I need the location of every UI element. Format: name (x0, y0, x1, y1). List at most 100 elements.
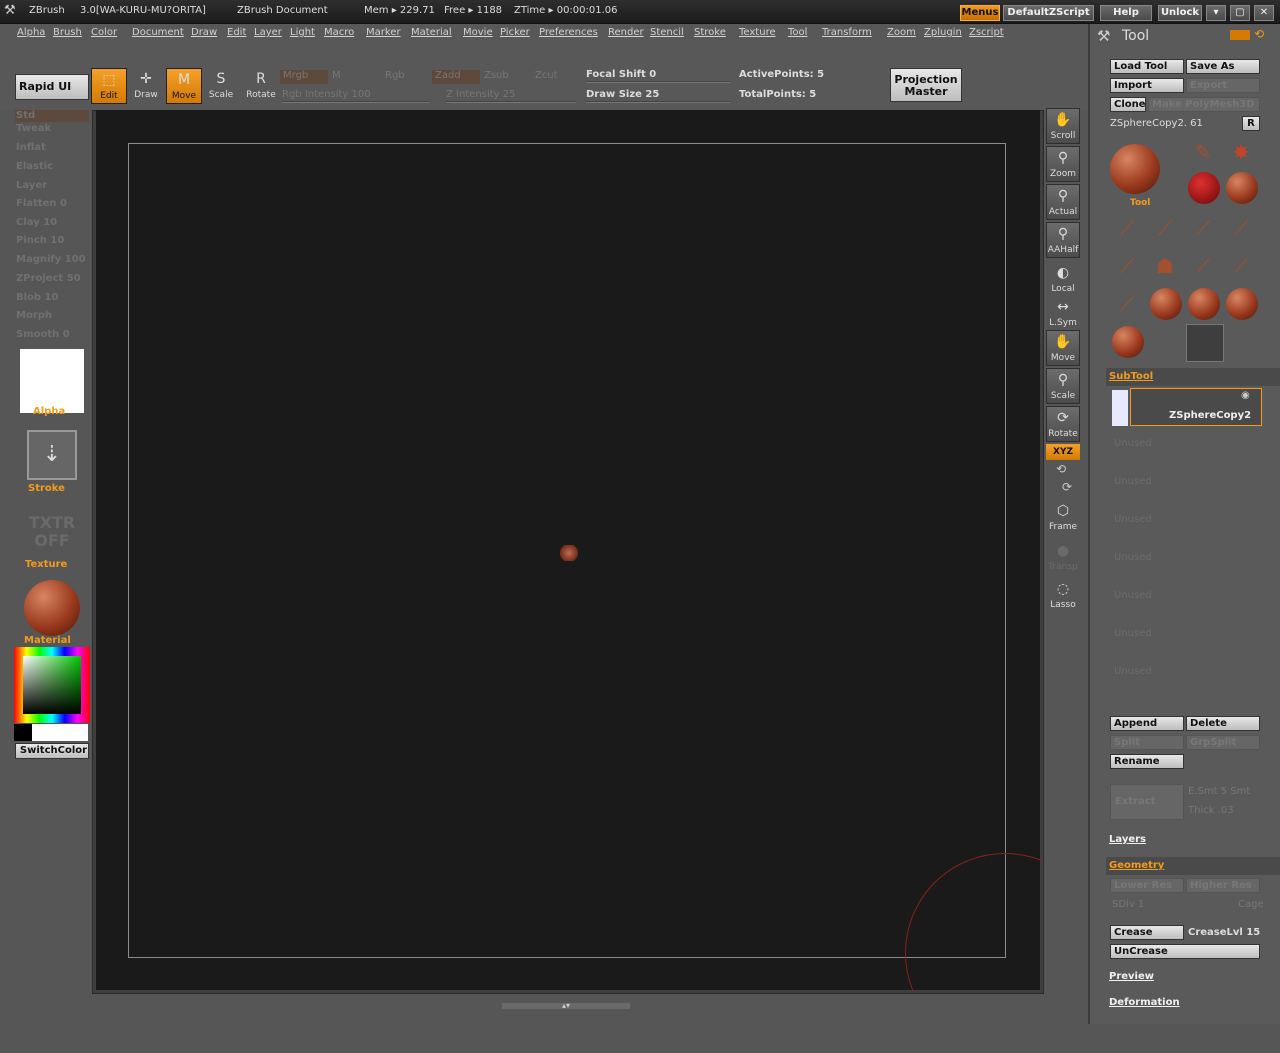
export-button[interactable]: Export (1186, 78, 1260, 93)
zsub-button[interactable]: Zsub (484, 70, 509, 81)
menu-stroke[interactable]: Stroke (694, 27, 726, 38)
scale-button[interactable]: S Scale (203, 68, 239, 104)
menu-stencil[interactable]: Stencil (650, 27, 684, 38)
menu-movie[interactable]: Movie (463, 27, 493, 38)
brush-inflat[interactable]: Inflat (16, 142, 46, 153)
close-button[interactable]: ✕ (1254, 5, 1274, 21)
primary-color-swatch[interactable] (32, 724, 88, 741)
layers-section-title[interactable]: Layers (1109, 834, 1146, 845)
rotate-view-button[interactable]: ⟳ Rotate (1046, 406, 1080, 442)
sphere-tool-3-icon[interactable] (1188, 288, 1220, 320)
transp-button[interactable]: ● Transp (1046, 540, 1080, 576)
texture-label[interactable]: Texture (25, 559, 67, 570)
menu-color[interactable]: Color (91, 27, 117, 38)
sphere-tool-4-icon[interactable] (1226, 288, 1258, 320)
xyz-button[interactable]: XYZ (1046, 444, 1080, 460)
frame-button[interactable]: ⬡ Frame (1046, 500, 1080, 536)
sdiv-slider[interactable]: SDiv 1 (1112, 899, 1144, 910)
scroll-button[interactable]: ✋ Scroll (1046, 108, 1080, 144)
zsphere-tool-1-icon[interactable]: ⟋ (1110, 210, 1144, 246)
alpha-swatch[interactable] (20, 349, 84, 413)
zsphere-tool-6-icon[interactable]: ⟋ (1186, 248, 1220, 284)
clone-button[interactable]: Clone (1110, 97, 1146, 112)
save-as-button[interactable]: Save As (1186, 59, 1260, 74)
sphere-tool-2-icon[interactable] (1150, 288, 1182, 320)
stroke-icon[interactable]: ⇣ (27, 430, 77, 480)
brush-pinch[interactable]: Pinch 10 (16, 235, 64, 246)
pen-tool-icon[interactable]: ✎ (1186, 134, 1220, 170)
subtool-slot-unused[interactable]: Unused (1114, 514, 1152, 525)
subtool-slot-unused[interactable]: Unused (1114, 476, 1152, 487)
higher-res-button[interactable]: Higher Res (1186, 878, 1260, 893)
local-button[interactable]: ◐ Local (1046, 262, 1080, 298)
brush-zproject[interactable]: ZProject 50 (16, 273, 81, 284)
menu-texture[interactable]: Texture (739, 27, 776, 38)
subtool-slot-unused[interactable]: Unused (1114, 590, 1152, 601)
star-tool-icon[interactable]: ✸ (1224, 134, 1258, 170)
stroke-label[interactable]: Stroke (28, 483, 65, 494)
zsphere-tool-8-icon[interactable]: ⟋ (1110, 286, 1144, 322)
rotate-y-icon[interactable]: ⟲ (1056, 462, 1066, 476)
menu-draw[interactable]: Draw (191, 27, 217, 38)
zoom-button[interactable]: ⚲ Zoom (1046, 146, 1080, 182)
panel-toggle-icon[interactable] (1230, 30, 1250, 40)
lsym-button[interactable]: ↔ L.Sym (1046, 296, 1080, 332)
rapid-ui-button[interactable]: Rapid UI (15, 74, 89, 100)
zsphere-tool-2-icon[interactable]: ⟋ (1148, 210, 1182, 246)
r-button[interactable]: R (1242, 116, 1260, 131)
uncrease-button[interactable]: UnCrease (1110, 944, 1260, 959)
secondary-color-swatch[interactable] (14, 724, 32, 741)
preview-section-title[interactable]: Preview (1109, 971, 1154, 982)
zspherecopy2-tool-icon[interactable] (1186, 324, 1224, 362)
panel-reset-icon[interactable]: ⟲ (1254, 27, 1264, 41)
zsphere-tool-7-icon[interactable]: ⟋ (1224, 248, 1258, 284)
delete-button[interactable]: Delete (1186, 716, 1260, 731)
grpsplit-button[interactable]: GrpSplit (1186, 735, 1260, 750)
menu-zoom[interactable]: Zoom (887, 27, 916, 38)
focal-shift-slider[interactable]: Focal Shift 0 (586, 69, 656, 80)
brush-elastic[interactable]: Elastic (16, 161, 53, 172)
esmt-slider[interactable]: E.Smt 5 Smt (1188, 786, 1250, 797)
tool-dropdown-label[interactable]: Tool (1130, 198, 1150, 208)
mrgb-button[interactable]: Mrgb (280, 70, 328, 84)
sphere-tool-icon[interactable] (1226, 172, 1258, 204)
make-polymesh-button[interactable]: Make PolyMesh3D (1148, 97, 1260, 112)
current-tool-slider[interactable]: ZSphereCopy2. 61 (1110, 118, 1203, 129)
brush-tweak[interactable]: Tweak (16, 123, 51, 134)
actual-button[interactable]: ⚲ Actual (1046, 184, 1080, 220)
draw-size-slider[interactable]: Draw Size 25 (586, 89, 659, 100)
menu-brush[interactable]: Brush (53, 27, 82, 38)
menu-macro[interactable]: Macro (324, 27, 354, 38)
thick-slider[interactable]: Thick .03 (1188, 805, 1234, 816)
geometry-section-title[interactable]: Geometry (1109, 860, 1164, 871)
subtool-visibility-swatch[interactable] (1112, 390, 1128, 426)
menu-document[interactable]: Document (132, 27, 184, 38)
crease-button[interactable]: Crease (1110, 925, 1184, 940)
material-sphere-icon[interactable] (24, 580, 80, 636)
deformation-section-title[interactable]: Deformation (1109, 997, 1180, 1008)
append-button[interactable]: Append (1110, 716, 1184, 731)
subtool-slot-unused[interactable]: Unused (1114, 438, 1152, 449)
brush-magnify[interactable]: Magnify 100 (16, 254, 86, 265)
menu-alpha[interactable]: Alpha (17, 27, 45, 38)
load-tool-button[interactable]: Load Tool (1110, 59, 1184, 74)
menu-zscript[interactable]: Zscript (969, 27, 1004, 38)
material-label[interactable]: Material (24, 635, 71, 646)
move-view-button[interactable]: ✋ Move (1046, 330, 1080, 366)
menus-button[interactable]: Menus (960, 5, 1000, 21)
rgb-intensity-slider[interactable]: Rgb Intensity 100 (282, 89, 371, 100)
zsphere-tool-3-icon[interactable]: ⟋ (1186, 210, 1220, 246)
alpha-label[interactable]: Alpha (33, 406, 65, 417)
creaselvl-slider[interactable]: CreaseLvl 15 (1188, 927, 1260, 938)
bottom-tray-toggle-icon[interactable]: ▴▾ (502, 1002, 630, 1010)
color-gradient-square[interactable] (23, 656, 81, 714)
menu-render[interactable]: Render (608, 27, 644, 38)
minimize-button[interactable]: ▾ (1206, 5, 1226, 21)
brush-morph[interactable]: Morph (16, 310, 52, 321)
zadd-button[interactable]: Zadd (432, 70, 480, 84)
scale-view-button[interactable]: ⚲ Scale (1046, 368, 1080, 404)
subtool-eye-icon[interactable]: ◉ (1241, 390, 1250, 401)
subtool-slot-unused[interactable]: Unused (1114, 552, 1152, 563)
brush-blob[interactable]: Blob 10 (16, 292, 58, 303)
lasso-button[interactable]: ◌ Lasso (1046, 578, 1080, 614)
